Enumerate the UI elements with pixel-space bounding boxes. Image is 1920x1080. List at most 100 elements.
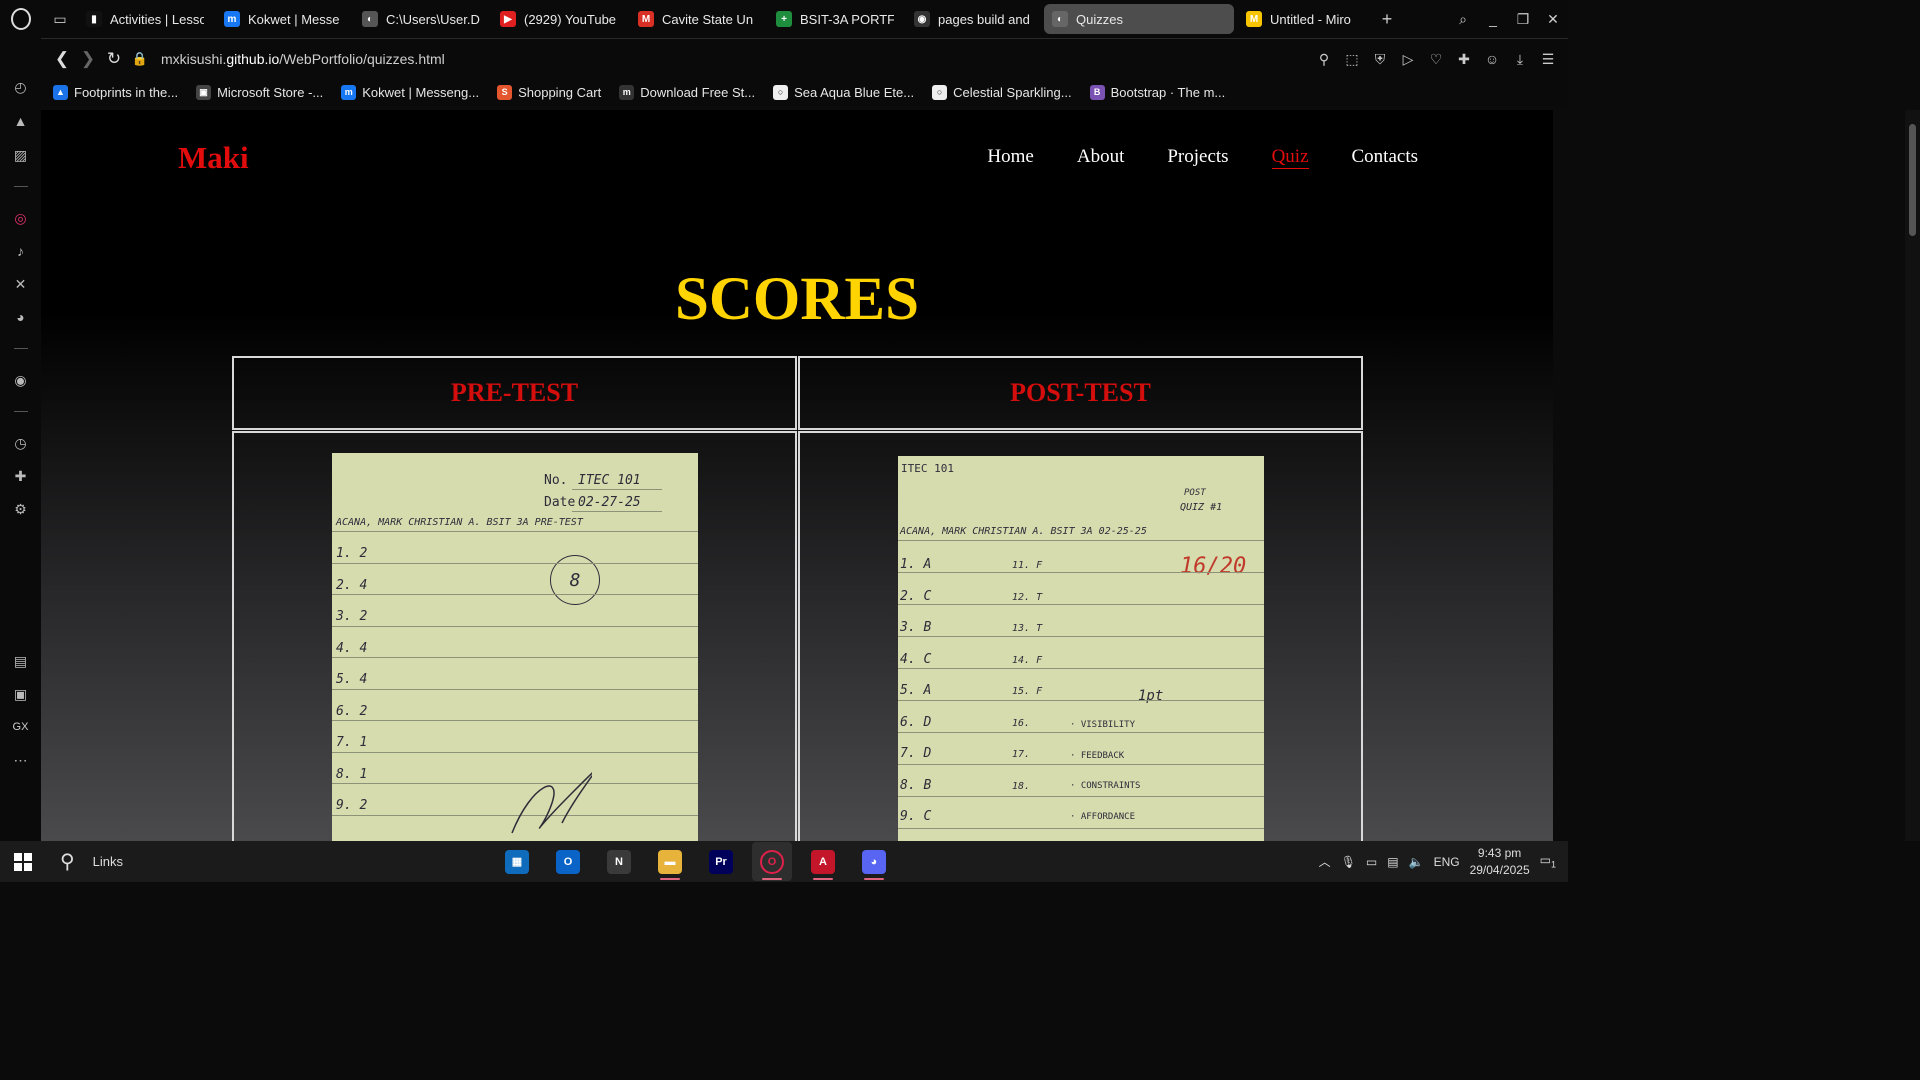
post-answer-left: 7. D: [900, 746, 932, 761]
bookmark-item[interactable]: ○ Celestial Sparkling...: [932, 84, 1072, 100]
spotify-icon[interactable]: ◉: [10, 369, 32, 391]
chevron-up-icon[interactable]: ︿: [1319, 853, 1331, 870]
taskbar-app-button[interactable]: ▦: [497, 842, 537, 881]
post-answer-left: 4. C: [900, 651, 932, 667]
nav-link-0[interactable]: Home: [987, 146, 1033, 169]
taskbar-app-button[interactable]: Pr: [701, 842, 741, 881]
opera-menu-icon[interactable]: [0, 0, 42, 38]
ram-limiter-icon[interactable]: ▤: [10, 650, 32, 672]
tab-1[interactable]: m Kokwet | Messe: [216, 4, 350, 34]
discord-sidebar-icon[interactable]: ◕: [10, 306, 32, 328]
bookmark-item[interactable]: ▣ Microsoft Store -...: [196, 84, 323, 100]
tab-8[interactable]: M Untitled - Miro: [1238, 4, 1372, 34]
sidebar-divider: [13, 411, 28, 412]
start-button[interactable]: [0, 852, 46, 871]
nav-link-2[interactable]: Projects: [1167, 146, 1228, 169]
nav-link-3[interactable]: Quiz: [1271, 146, 1309, 169]
extensions-puzzle-icon[interactable]: ✚: [1454, 51, 1474, 68]
sidebar-divider: [13, 348, 28, 349]
post-term: · VISIBILITY: [1070, 720, 1136, 730]
tab-label: C:\Users\User.D: [386, 11, 480, 27]
snapshot-icon[interactable]: ▨: [10, 144, 32, 166]
volume-icon[interactable]: 🔈: [1409, 855, 1424, 869]
taskbar-app-button[interactable]: A: [803, 842, 843, 881]
taskbar-app-button[interactable]: ▬: [650, 842, 690, 881]
ms-store-icon: ▦: [505, 849, 529, 874]
account-icon[interactable]: ☺: [1482, 51, 1502, 67]
tab-2[interactable]: ◐ C:\Users\User.D: [354, 4, 488, 34]
taskbar-app-button[interactable]: O: [752, 842, 792, 881]
download-icon[interactable]: ⤓: [1510, 51, 1530, 68]
aria-icon[interactable]: ▲: [10, 110, 32, 132]
settings-icon[interactable]: ⚙: [10, 498, 32, 520]
taskbar-app-button[interactable]: O: [548, 842, 588, 881]
bookmark-item[interactable]: ▲ Footprints in the...: [53, 84, 178, 100]
easy-setup-icon[interactable]: ☰: [1538, 51, 1558, 68]
screenshot-icon[interactable]: ⬚: [1342, 51, 1362, 68]
rule-line: [332, 688, 698, 690]
battery-icon[interactable]: ▭: [1366, 855, 1377, 869]
nav-link-1[interactable]: About: [1077, 146, 1125, 169]
nav-link-4[interactable]: Contacts: [1352, 146, 1419, 169]
download-site-icon: m: [619, 84, 635, 100]
page-scrollbar[interactable]: [1905, 110, 1920, 841]
pre-answer: 8. 1: [336, 766, 368, 782]
bookmark-item[interactable]: S Shopping Cart: [497, 84, 601, 100]
restore-button[interactable]: ❐: [1508, 11, 1538, 28]
tab-label: Quizzes: [1076, 11, 1123, 27]
bookmark-item[interactable]: m Kokwet | Messeng...: [341, 84, 479, 100]
pre-answer: 3. 2: [336, 609, 368, 624]
tab-search-icon[interactable]: ⌕: [1448, 11, 1478, 28]
extensions-icon[interactable]: ✚: [10, 465, 32, 487]
tab-islands-icon[interactable]: ▭: [42, 11, 78, 28]
forward-button[interactable]: ❯: [75, 49, 101, 69]
reload-button[interactable]: ↻: [101, 49, 127, 69]
rule-line: [332, 625, 698, 627]
gx-control-icon[interactable]: GX: [10, 716, 32, 738]
pin-icon[interactable]: ⚲: [1314, 51, 1334, 68]
globe-icon: ◐: [362, 11, 378, 27]
adblock-shield-icon[interactable]: ⛨: [1370, 51, 1390, 68]
bookmark-label: Bootstrap · The m...: [1110, 84, 1226, 100]
lock-icon[interactable]: 🔒: [127, 51, 153, 67]
scrollbar-thumb[interactable]: [1909, 124, 1916, 236]
taskbar-app-button[interactable]: N: [599, 842, 639, 881]
taskbar-app-button[interactable]: ◕: [854, 842, 894, 881]
url-domain: github.io: [226, 50, 280, 67]
cpu-limiter-icon[interactable]: ▣: [10, 683, 32, 705]
bookmark-item[interactable]: m Download Free St...: [619, 84, 755, 100]
back-button[interactable]: ❮: [49, 49, 75, 69]
microphone-icon[interactable]: 🎙: [1341, 855, 1356, 869]
player-icon[interactable]: ▷: [1398, 51, 1418, 68]
bookmark-item[interactable]: B Bootstrap · The m...: [1089, 84, 1226, 100]
notifications-icon[interactable]: ▭1: [1540, 853, 1556, 869]
more-options-icon[interactable]: ⋯: [10, 749, 32, 771]
speed-dial-icon[interactable]: ◴: [10, 76, 32, 98]
minimize-button[interactable]: _: [1478, 11, 1508, 27]
network-icon[interactable]: ▤: [1387, 855, 1398, 869]
heart-icon[interactable]: ♡: [1426, 51, 1446, 68]
tiktok-icon[interactable]: ♪: [10, 240, 32, 262]
taskbar-search[interactable]: ⚲ Links: [60, 849, 123, 874]
history-icon[interactable]: ◷: [10, 432, 32, 454]
post-answer-right: 15. F: [1012, 686, 1043, 697]
close-button[interactable]: ✕: [1538, 11, 1568, 28]
x-twitter-icon[interactable]: ✕: [10, 273, 32, 295]
new-tab-button[interactable]: +: [1372, 9, 1402, 30]
rule-line: [898, 572, 1264, 573]
notion-icon: N: [607, 849, 631, 874]
notification-count: 1: [1550, 859, 1556, 870]
post-answer-left: 1. A: [900, 557, 932, 572]
tab-6[interactable]: ◉ pages build and: [906, 4, 1040, 34]
clock[interactable]: 9:43 pm 29/04/2025: [1470, 845, 1530, 879]
site-logo[interactable]: Maki: [178, 140, 249, 176]
tab-4[interactable]: M Cavite State Un: [630, 4, 764, 34]
instagram-icon[interactable]: ◎: [10, 207, 32, 229]
language-indicator[interactable]: ENG: [1434, 855, 1460, 869]
tab-0[interactable]: ▮ Activities | Lesso: [78, 4, 212, 34]
tab-7[interactable]: ◐ Quizzes: [1044, 4, 1234, 34]
tab-3[interactable]: ▶ (2929) YouTube: [492, 4, 626, 34]
url-field[interactable]: mxkisushi.github.io/WebPortfolio/quizzes…: [161, 51, 445, 67]
bookmark-item[interactable]: ○ Sea Aqua Blue Ete...: [773, 84, 914, 100]
tab-5[interactable]: + BSIT-3A PORTF: [768, 4, 902, 34]
